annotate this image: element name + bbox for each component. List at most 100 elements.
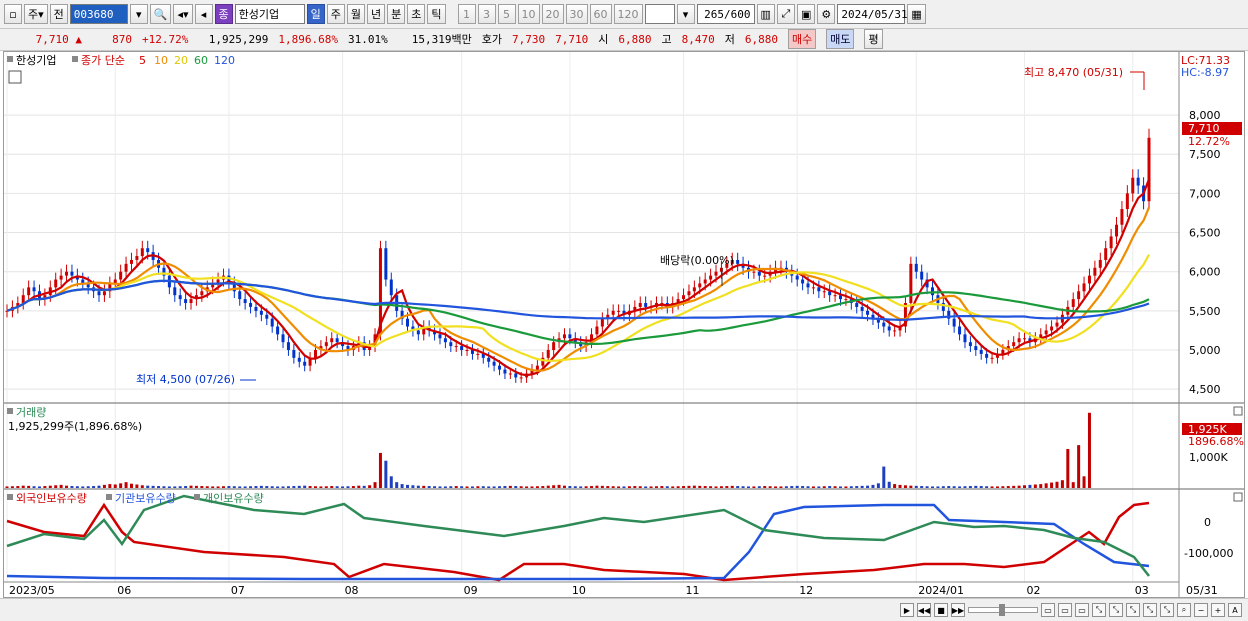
candle-body	[1093, 267, 1097, 276]
low-label: 저	[724, 33, 735, 46]
calendar-icon[interactable]: ▦	[907, 4, 926, 24]
volume-bar	[665, 486, 669, 488]
bottom-control-bar: ▶ ◀◀ ■ ▶▶ ▭ ▭ ▭ ⤡ ⤡ ⤡ ⤡ ⤡ ⌕ − + A	[0, 598, 1248, 621]
candle-body	[920, 271, 924, 280]
prev-stock-icon[interactable]: ◂	[194, 4, 213, 24]
candle-type-icon[interactable]: ▥	[756, 4, 775, 24]
tool-icon-3[interactable]: ⤡	[1126, 603, 1140, 617]
volume-bar	[314, 486, 318, 488]
interval-120[interactable]: 120	[613, 4, 643, 24]
volume-bar	[146, 485, 150, 488]
candle-body	[974, 346, 978, 351]
volume-bar	[65, 485, 69, 488]
volume-bar	[124, 482, 128, 488]
volume-bar	[173, 486, 177, 488]
interval-dropdown-icon[interactable]: ▾	[676, 4, 695, 24]
scroll-slider[interactable]	[968, 604, 1038, 616]
code-dropdown-icon[interactable]: ▾	[129, 4, 148, 24]
price-tick-5500: 5,500	[1189, 305, 1221, 318]
stop-icon[interactable]: ■	[934, 603, 948, 617]
scroll-end-icon[interactable]: ▶▶	[951, 603, 965, 617]
volume-bar	[703, 486, 707, 488]
volume-bar	[860, 485, 864, 488]
market-select[interactable]: 주 ▾	[24, 4, 48, 24]
zoom-in-icon[interactable]: +	[1211, 603, 1225, 617]
crosshair-icon[interactable]: ⤢	[776, 4, 795, 24]
tool-icon-1[interactable]: ⤡	[1092, 603, 1106, 617]
tool-icon-5[interactable]: ⤡	[1160, 603, 1174, 617]
volume-bar	[633, 486, 637, 488]
interval-20[interactable]: 20	[541, 4, 564, 24]
period-tick[interactable]: 틱	[427, 4, 446, 24]
volume-bar	[844, 486, 848, 488]
volume-bar	[140, 485, 144, 488]
sell-button[interactable]: 매도	[826, 29, 855, 49]
volume-bar	[368, 485, 372, 488]
stock-chart-svg[interactable]: 한성기업 종가 단순 5 10 20 60 120 최고 8,470 (05/3…	[4, 52, 1244, 597]
custom-interval-input[interactable]	[644, 4, 675, 24]
font-size-icon[interactable]: A	[1228, 603, 1242, 617]
volume-value: 1,925,299	[208, 32, 269, 46]
x-tick-label: 02	[1027, 584, 1041, 597]
period-week[interactable]: 주	[326, 4, 345, 24]
period-minute[interactable]: 분	[387, 4, 406, 24]
interval-30[interactable]: 30	[565, 4, 588, 24]
interval-10[interactable]: 10	[517, 4, 540, 24]
volume-bar	[449, 486, 453, 488]
stock-code-input[interactable]: 003680	[69, 4, 128, 24]
scroll-slider-handle[interactable]	[999, 604, 1005, 616]
volume-bar	[579, 486, 583, 488]
window-icon[interactable]: ▫	[4, 4, 22, 24]
speaker-icon[interactable]: ◂▾	[173, 4, 193, 24]
price-info-bar: 7,710 ▲ 870 +12.72% 1,925,299 1,896.68% …	[0, 29, 1248, 51]
view-icon-1[interactable]: ▭	[1041, 603, 1055, 617]
search-icon[interactable]: 🔍	[149, 4, 172, 24]
legend-ma-label: 종가 단순	[81, 54, 125, 67]
volume-bar	[600, 485, 604, 488]
date-input[interactable]: 2024/05/31	[837, 4, 908, 24]
candle-body	[21, 295, 25, 304]
scroll-start-icon[interactable]: ◀◀	[917, 603, 931, 617]
volume-bar	[157, 486, 161, 488]
current-price-tag: 7,710	[1188, 122, 1220, 135]
volume-bar	[10, 486, 14, 488]
interval-5[interactable]: 5	[497, 4, 516, 24]
candle-body	[617, 310, 621, 312]
gear-icon[interactable]: ⚙	[817, 4, 836, 24]
period-day[interactable]: 일	[306, 4, 325, 24]
buy-button[interactable]: 매수	[787, 29, 817, 49]
chart-area[interactable]: 한성기업 종가 단순 5 10 20 60 120 최고 8,470 (05/3…	[3, 51, 1245, 598]
interval-1[interactable]: 1	[457, 4, 476, 24]
candle-body	[259, 310, 263, 315]
zoom-out-icon[interactable]: −	[1194, 603, 1208, 617]
zoom-icon[interactable]: ⌕	[1177, 603, 1191, 617]
avg-button[interactable]: 평	[864, 29, 883, 49]
candle-body	[801, 279, 805, 284]
badge-button[interactable]: 종	[214, 4, 233, 24]
view-icon-2[interactable]: ▭	[1058, 603, 1072, 617]
volume-bar	[725, 486, 729, 488]
period-year[interactable]: 년	[367, 4, 386, 24]
volume-bar	[330, 486, 334, 488]
candle-body	[276, 326, 280, 335]
interval-60[interactable]: 60	[589, 4, 612, 24]
volume-bar	[746, 486, 750, 488]
volume-bar	[259, 485, 263, 488]
tool-icon-4[interactable]: ⤡	[1143, 603, 1157, 617]
save-icon[interactable]: ▣	[796, 4, 816, 24]
interval-3[interactable]: 3	[477, 4, 496, 24]
prev-button[interactable]: 전	[49, 4, 68, 24]
candle-body	[968, 342, 972, 347]
period-month[interactable]: 월	[346, 4, 366, 24]
candle-body	[514, 373, 518, 378]
volume-bar	[113, 484, 117, 488]
view-icon-3[interactable]: ▭	[1075, 603, 1089, 617]
candle-body	[140, 248, 144, 257]
holdings-tick-neg100k: -100,000	[1184, 547, 1233, 560]
scroll-right-icon[interactable]: ▶	[900, 603, 914, 617]
period-second[interactable]: 초	[407, 4, 426, 24]
volume-bar	[828, 486, 832, 488]
tool-icon-2[interactable]: ⤡	[1109, 603, 1123, 617]
count-input[interactable]: 265/600	[696, 4, 755, 24]
candle-body	[1071, 299, 1075, 307]
